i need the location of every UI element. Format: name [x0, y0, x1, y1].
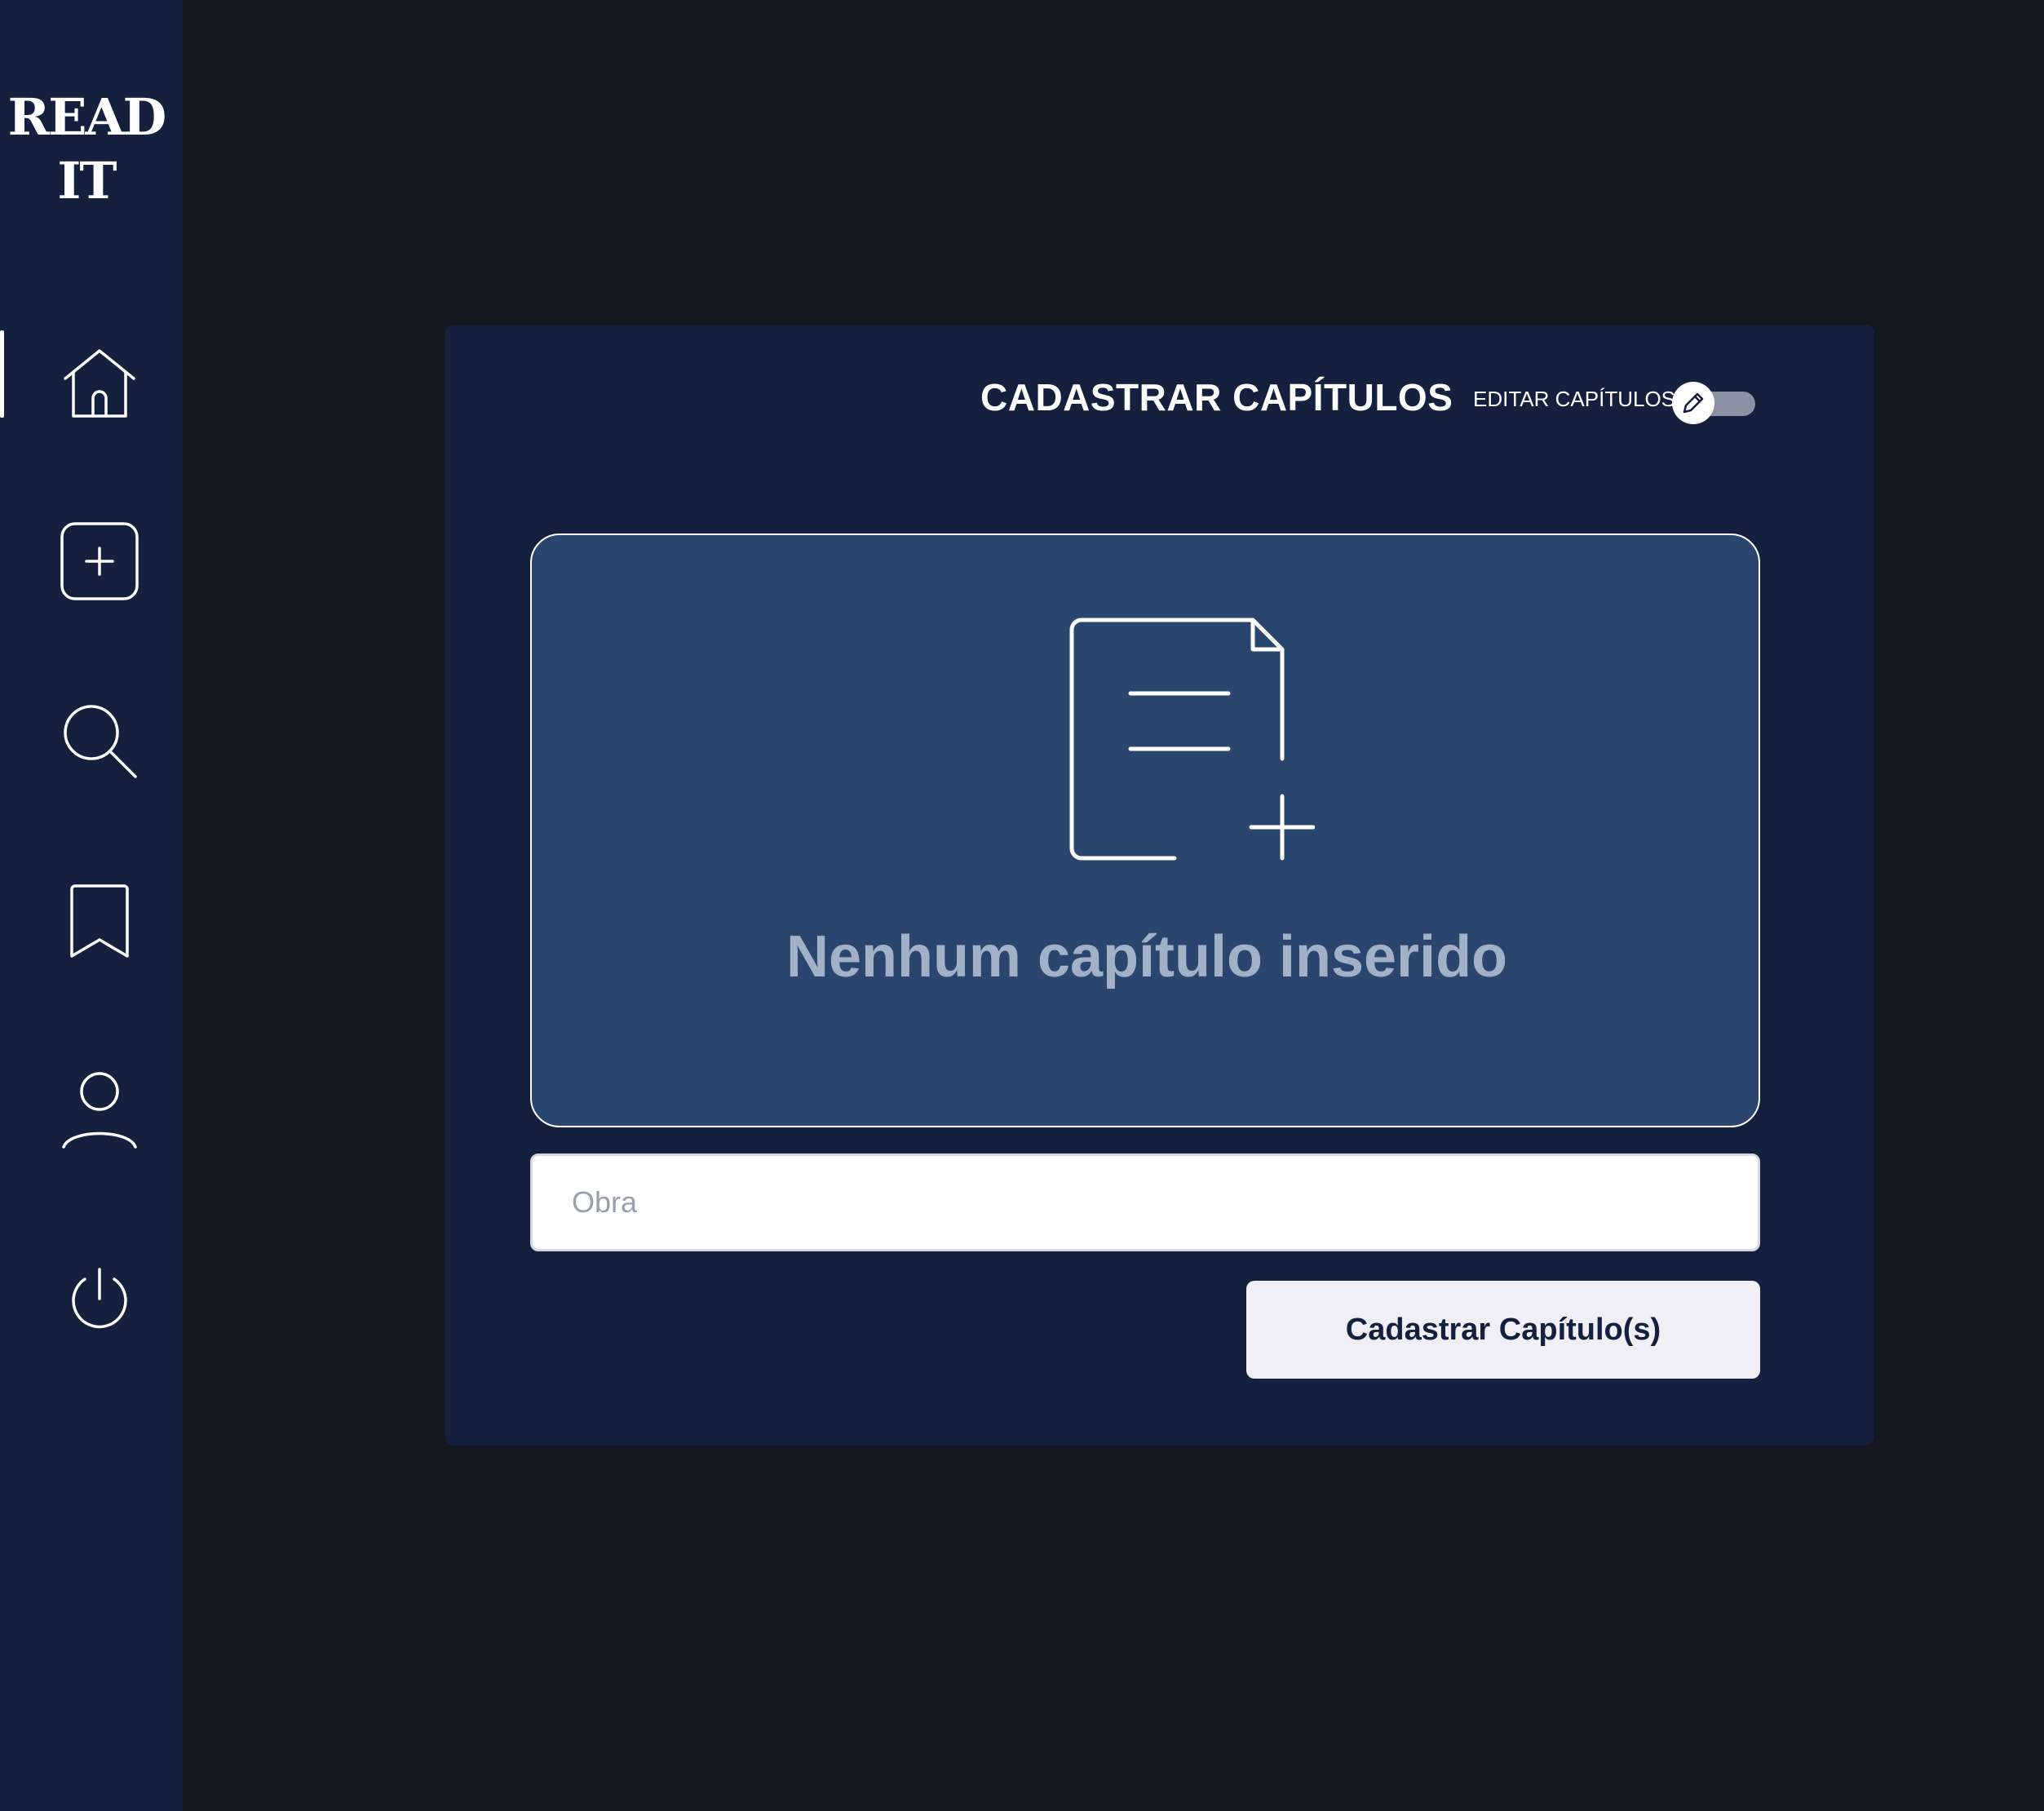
app-logo[interactable]: READ IT: [0, 86, 173, 213]
home-icon: [64, 349, 135, 418]
empty-state-text: Nenhum capítulo inserido: [785, 924, 1508, 990]
register-chapters-button[interactable]: Cadastrar Capítulo(s): [1246, 1281, 1760, 1379]
document-add-icon: [1069, 618, 1315, 861]
power-icon: [72, 1268, 127, 1329]
sidebar-item-logout[interactable]: [47, 1248, 152, 1353]
logo-line-2: IT: [57, 151, 117, 210]
sidebar-item-add[interactable]: [47, 509, 152, 613]
chapter-dropzone[interactable]: Nenhum capítulo inserido: [530, 534, 1760, 1127]
search-icon: [64, 705, 137, 778]
bookmark-icon: [70, 884, 129, 958]
sidebar-item-home[interactable]: [47, 331, 152, 436]
sidebar-item-profile[interactable]: [47, 1057, 152, 1162]
edit-chapters-label: EDITAR CAPÍTULOS: [1473, 387, 1676, 411]
sidebar: READ IT: [0, 0, 183, 1811]
user-icon: [62, 1072, 137, 1149]
register-chapters-panel: CADASTRAR CAPÍTULOS EDITAR CAPÍTULOS Nen…: [445, 325, 1874, 1446]
logo-line-1: READ: [7, 87, 167, 147]
sidebar-item-search[interactable]: [47, 689, 152, 793]
active-nav-indicator: [0, 330, 4, 418]
toggle-knob: [1672, 382, 1714, 424]
page-title: CADASTRAR CAPÍTULOS: [980, 376, 1453, 418]
sidebar-item-bookmarks[interactable]: [47, 868, 152, 972]
edit-chapters-toggle[interactable]: [1672, 382, 1757, 424]
pencil-icon: [1683, 392, 1704, 414]
obra-input[interactable]: [530, 1153, 1760, 1251]
plus-square-icon: [60, 522, 139, 600]
